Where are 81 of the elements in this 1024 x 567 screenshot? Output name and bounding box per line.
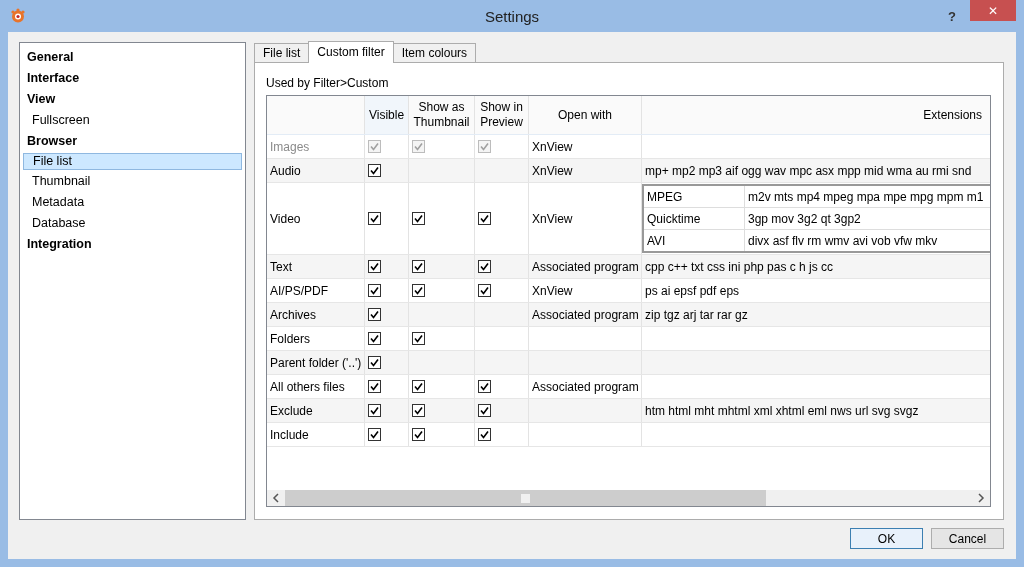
table-cell: Archives xyxy=(270,307,316,322)
table-cell: m2v mts mp4 mpeg mpa mpe mpg mpm m1 xyxy=(748,189,984,204)
table-cell: XnView xyxy=(532,211,573,226)
table-cell: Associated program xyxy=(532,259,639,274)
sidebar-item[interactable]: Browser xyxy=(23,131,242,152)
scroll-left-icon[interactable] xyxy=(272,493,280,503)
table-cell: All others files xyxy=(270,379,345,394)
checkbox[interactable] xyxy=(368,332,381,345)
checkbox[interactable] xyxy=(368,284,381,297)
checkbox[interactable] xyxy=(412,260,425,273)
checkbox[interactable] xyxy=(478,284,491,297)
checkbox[interactable] xyxy=(412,404,425,417)
table-cell: htm html mht mhtml xml xhtml eml nws url svg svgz xyxy=(645,403,919,418)
horizontal-scrollbar[interactable] xyxy=(267,489,990,506)
table-cell: Parent folder ('..') xyxy=(270,355,362,370)
sidebar-item[interactable]: Fullscreen xyxy=(23,110,242,131)
checkbox[interactable] xyxy=(478,404,491,417)
checkbox[interactable] xyxy=(412,380,425,393)
checkbox[interactable] xyxy=(412,332,425,345)
caption: Used by Filter>Custom xyxy=(266,76,390,92)
checkbox[interactable] xyxy=(478,260,491,273)
table-cell: Audio xyxy=(270,163,301,178)
checkbox[interactable] xyxy=(368,260,381,273)
checkbox[interactable] xyxy=(368,404,381,417)
checkbox[interactable] xyxy=(368,356,381,369)
table-cell: Quicktime xyxy=(647,211,701,226)
dialog-button[interactable]: Cancel xyxy=(931,528,1004,549)
window-title: Settings xyxy=(484,7,540,25)
checkbox[interactable] xyxy=(478,428,491,441)
sidebar-item[interactable]: Interface xyxy=(23,68,242,89)
checkbox[interactable] xyxy=(478,212,491,225)
table-cell: XnView xyxy=(532,139,573,154)
column-header[interactable]: Show in Preview xyxy=(475,96,529,134)
checkbox[interactable] xyxy=(412,428,425,441)
sidebar-item[interactable]: General xyxy=(23,47,242,68)
checkbox[interactable] xyxy=(368,428,381,441)
table-cell: Associated program xyxy=(532,379,639,394)
table-cell: XnView xyxy=(532,283,573,298)
dialog-button[interactable]: OK xyxy=(850,528,923,549)
checkbox[interactable] xyxy=(368,380,381,393)
table-cell: Text xyxy=(270,259,292,274)
tab[interactable]: Custom filter xyxy=(308,41,394,63)
checkbox[interactable] xyxy=(412,212,425,225)
app-icon xyxy=(10,8,26,24)
table-cell: Folders xyxy=(270,331,310,346)
table-cell: mp+ mp2 mp3 aif ogg wav mpc asx mpp mid wma au rmi snd xyxy=(645,163,972,178)
help-button[interactable]: ? xyxy=(948,8,956,24)
table-cell: AVI xyxy=(647,233,666,248)
sidebar-item[interactable]: View xyxy=(23,89,242,110)
table-cell: Associated program xyxy=(532,307,639,322)
column-header[interactable]: Visible xyxy=(365,96,409,134)
checkbox[interactable] xyxy=(368,164,381,177)
table-cell: cpp c++ txt css ini php pas c h js cc xyxy=(645,259,834,274)
scroll-right-icon[interactable] xyxy=(977,493,985,503)
checkbox[interactable] xyxy=(412,284,425,297)
table-cell: AI/PS/PDF xyxy=(270,283,328,298)
checkbox[interactable] xyxy=(368,308,381,321)
table-cell: divx asf flv rm wmv avi vob vfw mkv xyxy=(748,233,938,248)
table-cell: 3gp mov 3g2 qt 3gp2 xyxy=(748,211,861,226)
column-header[interactable]: Show as Thumbnail xyxy=(409,96,475,134)
table-cell: Exclude xyxy=(270,403,313,418)
table-cell: XnView xyxy=(532,163,573,178)
checkbox[interactable] xyxy=(478,380,491,393)
tab[interactable]: File list xyxy=(254,43,310,62)
sidebar-item[interactable]: File list xyxy=(23,153,242,170)
sidebar-item[interactable]: Database xyxy=(23,213,242,234)
sidebar-item[interactable]: Thumbnail xyxy=(23,171,242,192)
table-cell: Include xyxy=(270,427,309,442)
column-header[interactable]: Open with xyxy=(529,96,642,134)
table-cell: ps ai epsf pdf eps xyxy=(645,283,740,298)
table-cell: Images xyxy=(270,139,310,154)
table-cell: MPEG xyxy=(647,189,683,204)
scrollbar-thumb[interactable] xyxy=(285,490,766,506)
table-cell: Video xyxy=(270,211,301,226)
sidebar-item[interactable]: Metadata xyxy=(23,192,242,213)
column-header[interactable]: Extensions xyxy=(642,96,990,134)
sidebar-item[interactable]: Integration xyxy=(23,234,242,255)
table-cell: zip tgz arj tar rar gz xyxy=(645,307,748,322)
checkbox[interactable] xyxy=(368,212,381,225)
tab[interactable]: Item colours xyxy=(392,43,477,62)
close-button[interactable]: ✕ xyxy=(970,0,1016,21)
